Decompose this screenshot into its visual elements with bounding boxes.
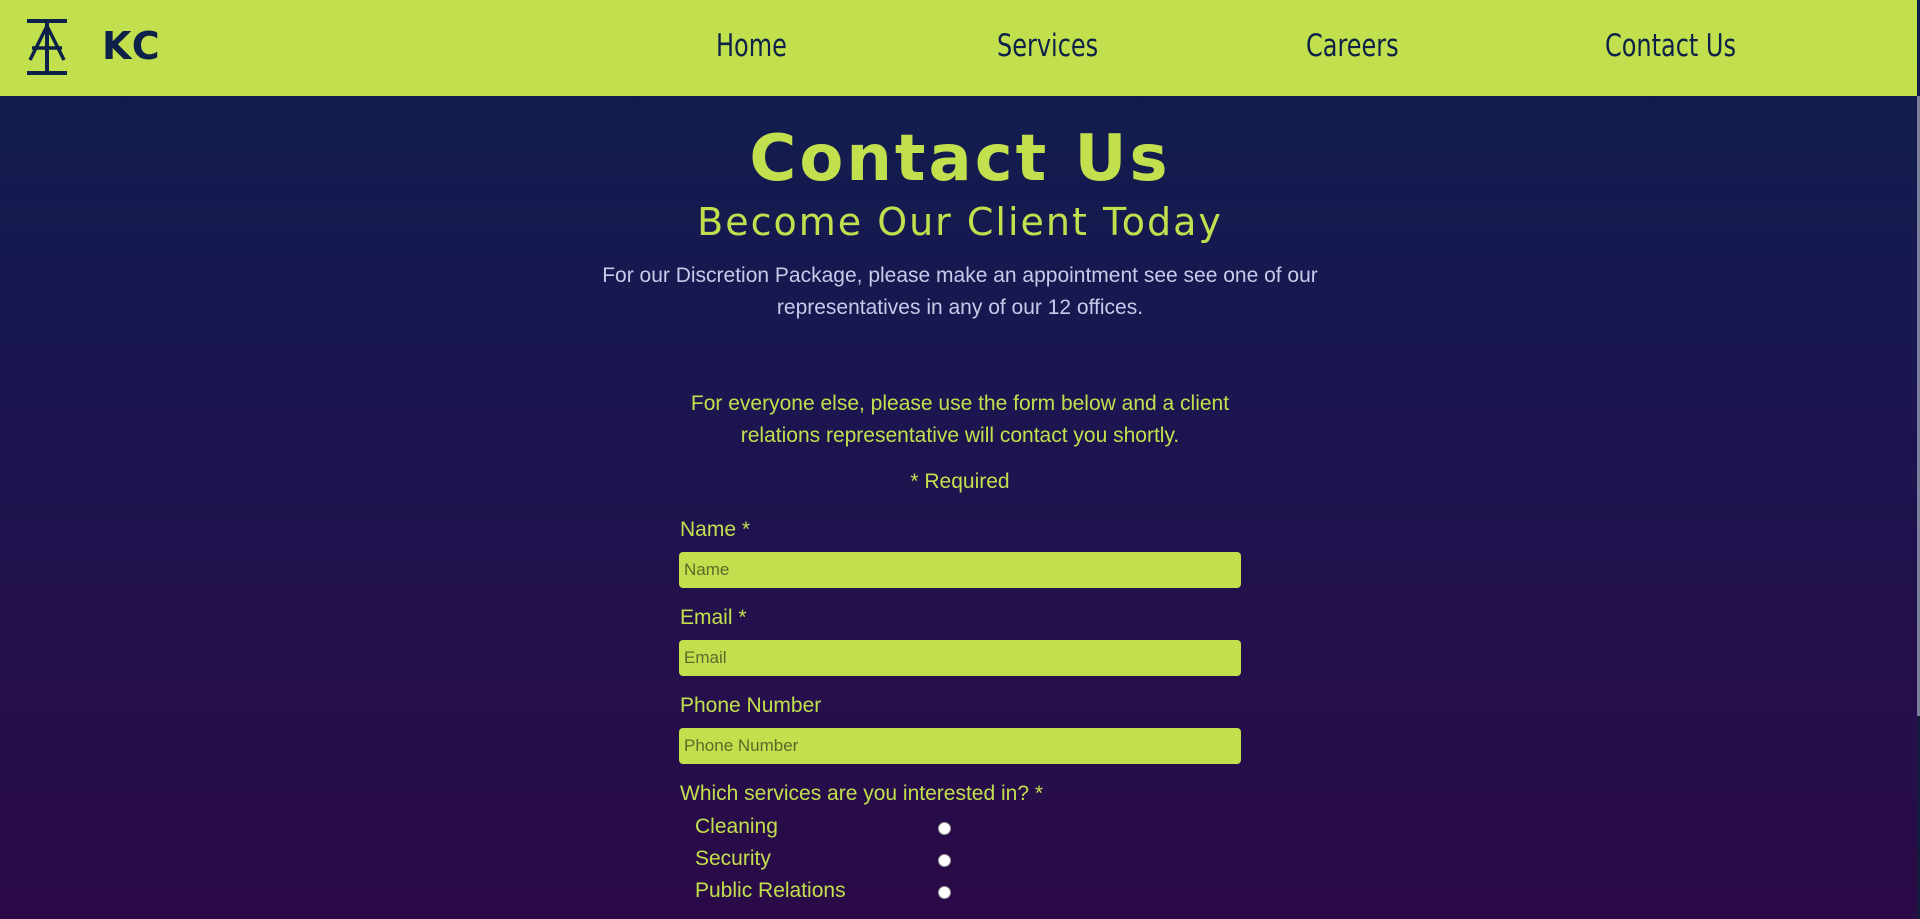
name-input[interactable] bbox=[679, 552, 1241, 588]
option-cleaning-label: Cleaning bbox=[695, 815, 778, 838]
phone-label: Phone Number bbox=[680, 694, 822, 717]
email-input[interactable] bbox=[679, 640, 1241, 676]
nav-careers[interactable]: Careers bbox=[1306, 28, 1399, 64]
intro-text: For our Discretion Package, please make … bbox=[602, 264, 1318, 319]
radio-security[interactable] bbox=[938, 854, 951, 867]
radio-cleaning[interactable] bbox=[938, 822, 951, 835]
phone-input[interactable] bbox=[679, 728, 1241, 764]
name-label: Name * bbox=[680, 518, 751, 541]
header-bar: KC Home Services Careers Contact Us bbox=[0, 0, 1917, 96]
option-public-relations-label: Public Relations bbox=[695, 879, 846, 902]
services-question-label: Which services are you interested in? * bbox=[680, 782, 1043, 805]
page-subtitle: Become Our Client Today bbox=[697, 200, 1223, 244]
form-instructions: For everyone else, please use the form b… bbox=[690, 392, 1230, 447]
brand-name[interactable]: KC bbox=[102, 24, 162, 68]
email-label: Email * bbox=[680, 606, 747, 629]
radio-public-relations[interactable] bbox=[938, 886, 951, 899]
option-security-label: Security bbox=[695, 847, 771, 870]
page-title: Contact Us bbox=[749, 122, 1171, 196]
kc-logo-icon[interactable] bbox=[24, 18, 70, 76]
required-note: * Required bbox=[910, 470, 1010, 493]
nav-contact-us[interactable]: Contact Us bbox=[1605, 28, 1736, 64]
nav-home[interactable]: Home bbox=[716, 28, 787, 64]
nav-services[interactable]: Services bbox=[997, 28, 1098, 64]
